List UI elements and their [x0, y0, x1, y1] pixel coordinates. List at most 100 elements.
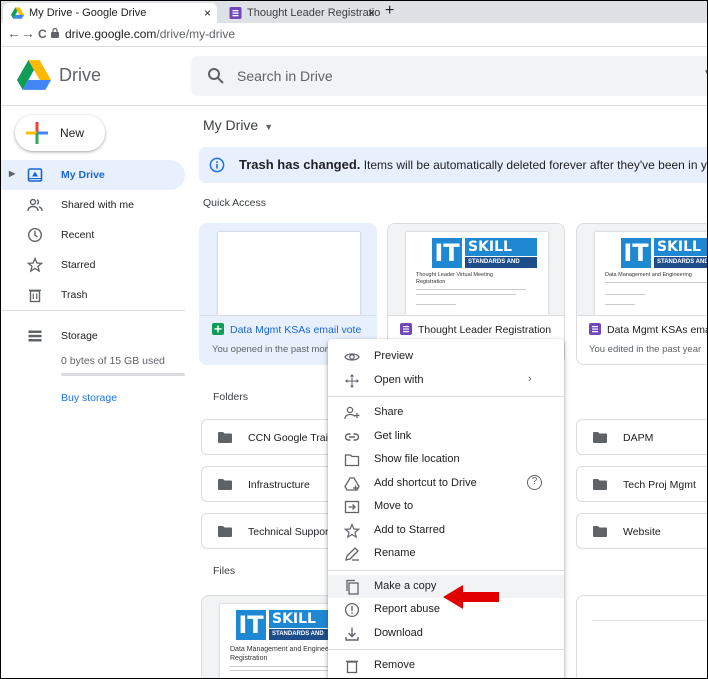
logo-sub: STANDARDS AND BEYOND: [465, 257, 537, 276]
back-button[interactable]: ←: [7, 25, 21, 41]
banner-bold: Trash has changed.: [239, 157, 361, 172]
menu-item-open-with[interactable]: Open with ›: [328, 369, 564, 393]
new-button[interactable]: New: [15, 115, 105, 151]
files-heading: Files: [213, 565, 236, 577]
star-icon: [27, 257, 43, 273]
sidebar-item-label: Storage: [61, 330, 98, 342]
buy-storage-link[interactable]: Buy storage: [61, 392, 117, 404]
thumbnail-page: IT SKILL 2020 STANDARDS AND BEYOND Thoug…: [406, 232, 548, 315]
menu-item-add-shortcut[interactable]: Add shortcut to Drive ?: [328, 472, 564, 496]
sidebar-item-starred[interactable]: Starred: [1, 250, 185, 280]
form-title: Data Management and Enginee: [230, 646, 329, 653]
sidebar-item-shared[interactable]: Shared with me: [1, 190, 185, 220]
folder-item[interactable]: Technical Support: [201, 513, 337, 549]
card-title-text: Data Mgmt KSAs email: [607, 324, 708, 336]
folder-item[interactable]: DAPM: [576, 419, 707, 455]
sidebar-item-my-drive[interactable]: ▶ My Drive: [1, 160, 185, 190]
new-tab-button[interactable]: +: [385, 2, 394, 20]
form-line: [593, 620, 707, 621]
tab-close-icon[interactable]: ×: [204, 3, 211, 23]
clock-icon: [27, 227, 43, 243]
menu-item-label: Move to: [374, 500, 414, 512]
menu-item-add-starred[interactable]: Add to Starred: [328, 519, 564, 543]
file-thumbnail: [200, 224, 376, 316]
file-card[interactable]: [576, 595, 707, 678]
lock-icon: [51, 28, 59, 38]
drive-logo-icon[interactable]: [17, 60, 51, 90]
help-icon[interactable]: ?: [527, 474, 542, 490]
folder-label: Website: [623, 526, 661, 538]
menu-item-get-link[interactable]: Get link: [328, 425, 564, 449]
logo-skill-text: SKILL: [272, 611, 316, 627]
address-bar: ← → C drive.google.com/drive/my-drive: [1, 23, 707, 47]
folder-item[interactable]: Website: [576, 513, 707, 549]
menu-item-label: Download: [374, 626, 423, 639]
menu-item-show-location[interactable]: Show file location: [328, 448, 564, 472]
menu-item-move-to[interactable]: Move to: [328, 495, 564, 519]
menu-item-label: Add shortcut to Drive: [374, 476, 477, 489]
logo-it: IT: [432, 238, 462, 268]
forward-button[interactable]: →: [21, 25, 35, 41]
sidebar-item-recent[interactable]: Recent: [1, 220, 185, 250]
menu-item-share[interactable]: Share: [328, 401, 564, 425]
menu-item-preview[interactable]: Preview: [328, 345, 564, 369]
open-with-icon: [345, 373, 359, 388]
folder-icon: [218, 526, 232, 537]
drive-header: Drive Search in Drive ▼: [1, 48, 707, 106]
search-bar[interactable]: Search in Drive ▼: [191, 56, 707, 96]
sidebar-item-label: Recent: [61, 229, 95, 241]
menu-item-download[interactable]: Download: [328, 622, 564, 646]
browser-tab-bar: My Drive - Google Drive × Thought Leader…: [1, 1, 707, 23]
chevron-right-icon: ›: [528, 372, 532, 385]
expand-arrow-icon[interactable]: ▶: [9, 169, 15, 178]
search-input[interactable]: Search in Drive: [237, 68, 333, 84]
tab-close-icon[interactable]: ×: [368, 3, 375, 23]
url-field[interactable]: drive.google.com/drive/my-drive: [65, 27, 235, 41]
folder-label: DAPM: [623, 432, 654, 444]
menu-item-label: Show file location: [374, 453, 460, 465]
folder-item[interactable]: Tech Proj Mgmt: [576, 466, 707, 502]
reload-button[interactable]: C: [38, 27, 47, 41]
menu-item-remove[interactable]: Remove: [328, 654, 564, 678]
quick-access-heading: Quick Access: [203, 197, 267, 209]
card-subtitle: You edited in the past year: [589, 344, 702, 355]
breadcrumb[interactable]: My Drive ▼: [203, 117, 273, 133]
form-line: [416, 294, 516, 295]
search-icon[interactable]: [207, 67, 225, 85]
search-options-icon[interactable]: ▼: [703, 68, 707, 79]
tab-my-drive[interactable]: My Drive - Google Drive ×: [3, 3, 217, 23]
tab-thought-leader[interactable]: Thought Leader Registration - Go ×: [221, 3, 381, 23]
quick-access-card[interactable]: IT SKILL 2020 STANDARDS AND BEYOND Data …: [576, 223, 708, 365]
card-title: Data Mgmt KSAs email vote: [212, 323, 361, 336]
thumbnail-page: IT SKILL 2020 STANDARDS AND BEYOND Data …: [595, 232, 707, 315]
move-icon: [344, 500, 360, 514]
folder-item[interactable]: Infrastructure: [201, 466, 337, 502]
drive-brand[interactable]: Drive: [59, 65, 101, 86]
form-line: [605, 282, 707, 283]
form-line: [605, 304, 635, 305]
storage-usage-text: 0 bytes of 15 GB used: [61, 355, 165, 367]
sidebar-divider: [1, 310, 185, 311]
drive-favicon-icon: [11, 7, 24, 19]
logo-skill: SKILL 2020: [465, 238, 537, 273]
link-icon: [344, 432, 360, 441]
menu-item-rename[interactable]: Rename: [328, 542, 564, 566]
banner-text: Trash has changed. Items will be automat…: [239, 157, 707, 172]
banner-body: Items will be automatically deleted fore…: [363, 158, 707, 172]
folder-item[interactable]: CCN Google Trainin: [201, 419, 342, 455]
sidebar-item-label: Trash: [61, 289, 88, 301]
storage-usage-bar: [61, 373, 185, 376]
tab-title: Thought Leader Registration - Go: [247, 7, 381, 19]
folder-label: Tech Proj Mgmt: [623, 479, 696, 491]
sidebar-item-trash[interactable]: Trash: [1, 280, 185, 310]
menu-item-label: Remove: [374, 659, 415, 671]
menu-item-label: Rename: [374, 547, 416, 559]
form-line: [605, 294, 645, 295]
folder-label: Infrastructure: [248, 479, 310, 491]
form-line: [416, 304, 456, 305]
star-icon: [344, 522, 360, 538]
tab-title: My Drive - Google Drive: [29, 7, 147, 19]
sidebar-item-storage[interactable]: Storage: [1, 321, 185, 351]
url-path: /drive/my-drive: [156, 27, 236, 41]
url-host: drive.google.com: [65, 27, 157, 41]
